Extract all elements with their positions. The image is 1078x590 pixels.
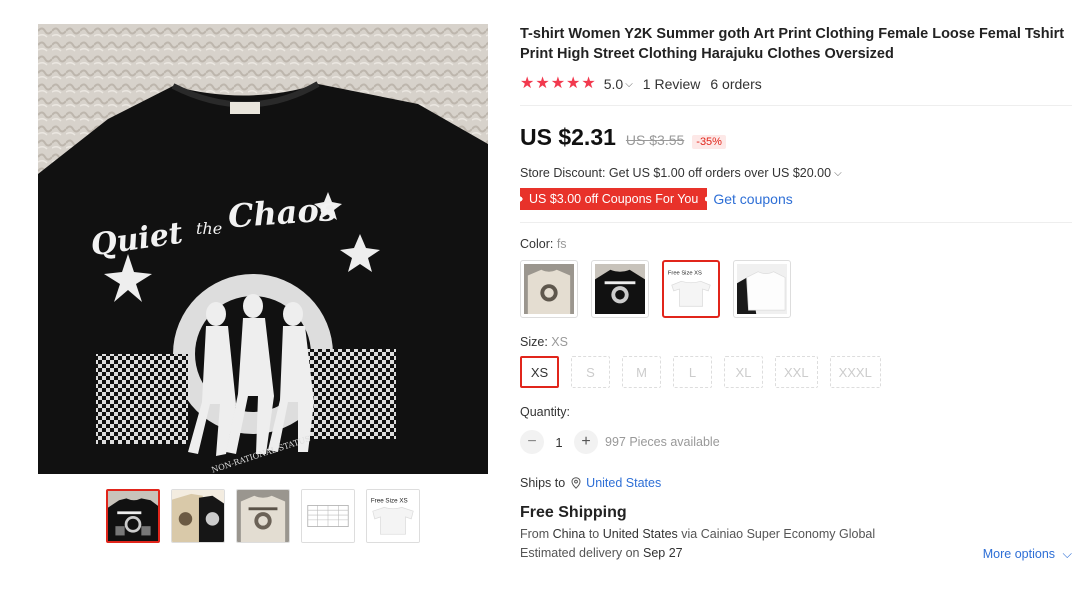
- size-option-xs[interactable]: XS: [520, 356, 559, 388]
- size-label-text: Size:: [520, 335, 548, 349]
- quantity-stepper: − 1 + 997 Pieces available: [520, 430, 1072, 454]
- star-icon: ★: [535, 75, 550, 92]
- coupon-row: US $3.00 off Coupons For You Get coupons: [520, 188, 1072, 210]
- star-icon: ★: [581, 75, 596, 92]
- color-swatch-3-selected[interactable]: Free Size XS: [662, 260, 720, 318]
- divider: [520, 222, 1072, 223]
- color-label: Color: fs: [520, 237, 1072, 251]
- more-options-link[interactable]: More options ⌵: [983, 547, 1072, 562]
- product-title: T-shirt Women Y2K Summer goth Art Print …: [520, 26, 1065, 62]
- rating-row: ★ ★ ★ ★ ★ 5.0 ⌵ 1 Review 6 orders: [520, 75, 1072, 93]
- product-photo: Quiet the Chaos NON-RATIONAL STATUS: [38, 24, 488, 474]
- shirt-slogan-the: the: [196, 219, 222, 238]
- quantity-label: Quantity:: [520, 405, 571, 419]
- size-option-xxl[interactable]: XXL: [775, 356, 818, 388]
- size-option-l[interactable]: L: [673, 356, 712, 388]
- color-label-text: Color:: [520, 237, 554, 251]
- estimated-delivery-label: Estimated delivery on: [520, 546, 640, 560]
- store-discount-text: Store Discount: Get US $1.00 off orders …: [520, 166, 832, 180]
- quantity-value[interactable]: 1: [544, 435, 574, 450]
- chevron-down-icon[interactable]: ⌵: [834, 168, 842, 179]
- swatch-image: [737, 264, 787, 314]
- thumbnail-2[interactable]: [171, 489, 225, 543]
- star-icon: ★: [566, 75, 581, 92]
- star-icon: ★: [520, 75, 535, 92]
- delivery-row: Estimated delivery on Sep 27 More option…: [520, 546, 1072, 564]
- quantity-minus-button[interactable]: −: [520, 430, 544, 454]
- rating-value[interactable]: 5.0: [604, 76, 623, 92]
- color-selected-value: fs: [556, 237, 567, 251]
- free-shipping-heading: Free Shipping: [520, 504, 627, 521]
- location-pin-icon: [571, 477, 581, 489]
- size-chart-image: [302, 490, 354, 542]
- size-thumb-text: Free Size XS: [371, 498, 408, 505]
- shipping-carrier: via Cainiao Super Economy Global: [681, 527, 876, 541]
- quantity-plus-button[interactable]: +: [574, 430, 598, 454]
- shipping-route: From China to United States via Cainiao …: [520, 527, 1072, 541]
- destination-country: United States: [602, 527, 678, 541]
- chevron-down-icon: ⌵: [1062, 547, 1072, 561]
- size-option-s[interactable]: S: [571, 356, 610, 388]
- original-price: US $3.55: [625, 132, 685, 148]
- thumbnail-image: [108, 491, 158, 541]
- size-label: Size: XS: [520, 335, 1072, 349]
- current-price: US $2.31: [520, 124, 616, 150]
- price-row: US $2.31 US $3.55 -35%: [520, 124, 1072, 151]
- thumbnail-image: [172, 490, 224, 542]
- ships-to-row: Ships to United States: [520, 476, 1072, 490]
- chevron-down-icon[interactable]: ⌵: [625, 79, 633, 90]
- thumbnail-1[interactable]: [106, 489, 160, 543]
- more-options-text: More options: [982, 547, 1056, 561]
- thumbnail-strip: Free Size XS: [106, 489, 420, 543]
- size-option-xxxl[interactable]: XXXL: [829, 356, 881, 388]
- star-rating: ★ ★ ★ ★ ★: [520, 76, 596, 92]
- star-icon: ★: [550, 75, 566, 92]
- estimated-delivery-date: Sep 27: [643, 546, 683, 560]
- thumbnail-3[interactable]: [236, 489, 290, 543]
- swatch-image: Free Size XS: [666, 264, 716, 314]
- size-option-xl[interactable]: XL: [724, 356, 763, 388]
- product-info: T-shirt Women Y2K Summer goth Art Print …: [520, 24, 1072, 564]
- size-options: XS S M L XL XXL XXXL: [520, 356, 1072, 388]
- discount-badge: -35%: [692, 135, 726, 149]
- main-product-image[interactable]: Quiet the Chaos NON-RATIONAL STATUS: [38, 24, 488, 474]
- from-prefix: From: [520, 527, 550, 541]
- thumbnail-image: Free Size XS: [367, 490, 419, 542]
- coupon-badge[interactable]: US $3.00 off Coupons For You: [520, 188, 708, 210]
- swatch-size-text: Free Size XS: [668, 271, 702, 277]
- pieces-available: 997 Pieces available: [605, 435, 720, 449]
- thumbnail-image: [237, 490, 289, 542]
- thumbnail-4-size-chart[interactable]: [301, 489, 355, 543]
- orders-count: 6 orders: [710, 76, 762, 92]
- shirt-slogan-chaos: Chaos: [227, 190, 338, 235]
- swatch-image: [595, 264, 645, 314]
- color-swatches: Free Size XS: [520, 260, 1072, 318]
- color-swatch-4[interactable]: [733, 260, 791, 318]
- ships-to-label: Ships to: [520, 476, 566, 490]
- thumbnail-5[interactable]: Free Size XS: [366, 489, 420, 543]
- to-prefix: to: [588, 527, 600, 541]
- ships-to-country-link[interactable]: United States: [586, 476, 661, 490]
- origin-country: China: [552, 527, 586, 541]
- size-option-m[interactable]: M: [622, 356, 661, 388]
- reviews-link[interactable]: 1 Review: [643, 76, 701, 92]
- color-swatch-1[interactable]: [520, 260, 578, 318]
- color-swatch-2[interactable]: [591, 260, 649, 318]
- size-selected-value: XS: [551, 335, 568, 349]
- store-discount[interactable]: Store Discount: Get US $1.00 off orders …: [520, 166, 1072, 180]
- divider: [520, 105, 1072, 106]
- get-coupons-link[interactable]: Get coupons: [713, 191, 792, 207]
- swatch-image: [524, 264, 574, 314]
